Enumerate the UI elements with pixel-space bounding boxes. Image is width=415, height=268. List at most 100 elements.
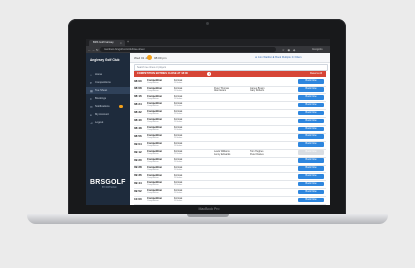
sidebar-item-label: My Account: [95, 113, 109, 116]
camera-icon: [206, 22, 209, 25]
tee-time: 08:56: [134, 133, 142, 138]
sidebar-item-tee-sheet[interactable]: ▦ Tee Sheet: [86, 87, 130, 94]
club-name: Anglesey Golf Club: [90, 58, 120, 62]
calendar-icon: ▦: [90, 88, 93, 93]
booking-subtype: Competition: [147, 184, 159, 187]
format-holes: 18 holes: [174, 176, 183, 179]
booking-subtype: Competition: [147, 97, 159, 100]
format-holes: 18 holes: [174, 184, 183, 187]
tee-time: 09:52: [134, 189, 142, 194]
back-icon[interactable]: ←: [88, 48, 91, 52]
sidebar-item-label: Logout: [95, 121, 104, 124]
extension-icons[interactable]: ☆ ◉ ◈: [282, 48, 296, 52]
book-now-button[interactable]: Book Now: [298, 158, 324, 163]
booking-subtype: Competition: [147, 152, 159, 155]
sidebar-item-competitions[interactable]: ♥ Competitions: [86, 79, 130, 86]
device-label: MacBook Pro: [198, 207, 220, 211]
notification-badge: [119, 104, 123, 109]
format-holes: 18 holes: [174, 113, 183, 116]
book-now-button[interactable]: Book Now: [298, 126, 324, 132]
tee-time: 09:12: [134, 149, 142, 154]
player-4: Peter Davies: [250, 152, 264, 156]
book-now-button[interactable]: Book Now: [298, 166, 324, 171]
date-bar: Wed 01 Jan 08:00 pm ⊕ Join Waitlist ✚ Bo…: [130, 53, 330, 63]
new-tab-icon[interactable]: +: [127, 40, 129, 44]
format-holes: 18 holes: [174, 160, 183, 163]
booking-subtype: Competition: [147, 176, 159, 179]
book-now-button[interactable]: Book Now: [298, 102, 324, 108]
booking-subtype: Competition: [147, 105, 159, 108]
info-icon[interactable]: !: [207, 71, 212, 77]
tee-time: 08:08: [134, 86, 142, 91]
book-now-button[interactable]: Book Now: [298, 110, 324, 116]
tee-time: 08:48: [134, 125, 142, 130]
book-now-button[interactable]: Book Now: [298, 79, 324, 84]
book-now-button[interactable]: Book Now: [298, 150, 324, 155]
search-placeholder: Search tee times or players: [137, 65, 167, 69]
format-holes: 18 holes: [174, 200, 183, 203]
format-holes: 18 holes: [174, 121, 183, 124]
format-holes: 18 holes: [174, 192, 183, 195]
sidebar-item-label: Bookings: [95, 97, 107, 100]
profile-label[interactable]: Incognito: [312, 48, 323, 51]
sidebar: Anglesey Golf Club ⌂ Home ♥ Competitions ▦ Te…: [86, 53, 130, 205]
format-holes: 18 holes: [174, 152, 183, 155]
format-holes: 18 holes: [174, 129, 183, 132]
player-2: Jenny Edwards: [214, 152, 231, 156]
format-holes: 18 holes: [174, 137, 183, 140]
book-now-button[interactable]: Book Now: [298, 134, 324, 140]
book-now-button[interactable]: Book Now: [298, 181, 324, 187]
sidebar-item-bookings[interactable]: ≡ Bookings: [86, 95, 130, 102]
trophy-icon: ♥: [90, 80, 92, 85]
list-icon: ≡: [90, 96, 92, 101]
calendar-icon[interactable]: [147, 55, 152, 60]
sidebar-item-home[interactable]: ⌂ Home: [86, 71, 130, 78]
tee-time: 09:28: [134, 165, 142, 170]
sidebar-item-label: Tee Sheet: [95, 89, 108, 92]
book-now-button[interactable]: Book Now: [298, 94, 324, 100]
alert-action[interactable]: Reserve All: [310, 72, 322, 75]
booking-subtype: Competition: [147, 121, 159, 124]
notification-icon: ✉: [90, 104, 93, 109]
url-field[interactable]: members.brsgolf.com/club/tee-sheet: [100, 47, 276, 52]
book-now-button[interactable]: Book Now: [298, 197, 324, 203]
url-text: members.brsgolf.com/club/tee-sheet: [104, 47, 145, 51]
format-holes: 18 holes: [174, 89, 183, 92]
format-holes: 18 holes: [174, 168, 183, 171]
tee-time: 08:24: [134, 102, 142, 107]
booking-subtype: Competition: [147, 192, 159, 195]
home-icon: ⌂: [90, 72, 92, 77]
brsgolf-logo: BRSGOLF: [90, 179, 126, 186]
alert-text: COMPETITION ENTRIES CLOSE AT 18:00: [137, 72, 188, 76]
sidebar-item-logout[interactable]: ⇥ Logout: [86, 119, 130, 126]
book-now-button[interactable]: Book Now: [298, 173, 324, 179]
tee-time: 08:40: [134, 118, 142, 123]
close-icon[interactable]: ×: [120, 41, 122, 45]
book-now-button[interactable]: Book Now: [298, 118, 324, 124]
booking-subtype: Competition: [147, 144, 159, 147]
format-holes: 18 holes: [174, 144, 183, 147]
header-actions[interactable]: ⊕ Join Waitlist ✚ Book Multiple ⚙ Filter…: [255, 56, 302, 59]
tee-time: 08:16: [134, 94, 142, 99]
competition-alert-bar: COMPETITION ENTRIES CLOSE AT 18:00 ! Res…: [134, 71, 326, 77]
sidebar-item-my-account[interactable]: ● My Account: [86, 111, 130, 118]
time-text[interactable]: 08:00 pm: [154, 56, 167, 60]
booking-subtype: Competition: [147, 129, 159, 132]
booking-subtype: Competition: [147, 160, 159, 163]
tee-time: 09:20: [134, 157, 142, 162]
reload-icon[interactable]: ↻: [96, 48, 99, 52]
search-input[interactable]: Search tee times or players: [134, 64, 328, 71]
sidebar-item-notifications[interactable]: ✉ Notifications: [86, 103, 130, 110]
book-now-button[interactable]: Book Now: [298, 142, 324, 147]
user-icon: ●: [90, 112, 92, 117]
tee-time: 09:36: [134, 173, 142, 178]
booking-subtype: Competition: [147, 113, 159, 116]
tee-time: 10:00: [134, 197, 142, 202]
sidebar-item-label: Competitions: [95, 81, 111, 84]
player-2: Alan Evans: [214, 89, 227, 93]
book-now-button[interactable]: Book Now: [298, 189, 324, 195]
forward-icon[interactable]: →: [92, 48, 95, 52]
sidebar-item-label: Home: [95, 73, 103, 76]
book-now-button[interactable]: Book Now: [298, 87, 324, 92]
booking-subtype: Competition: [147, 89, 159, 92]
